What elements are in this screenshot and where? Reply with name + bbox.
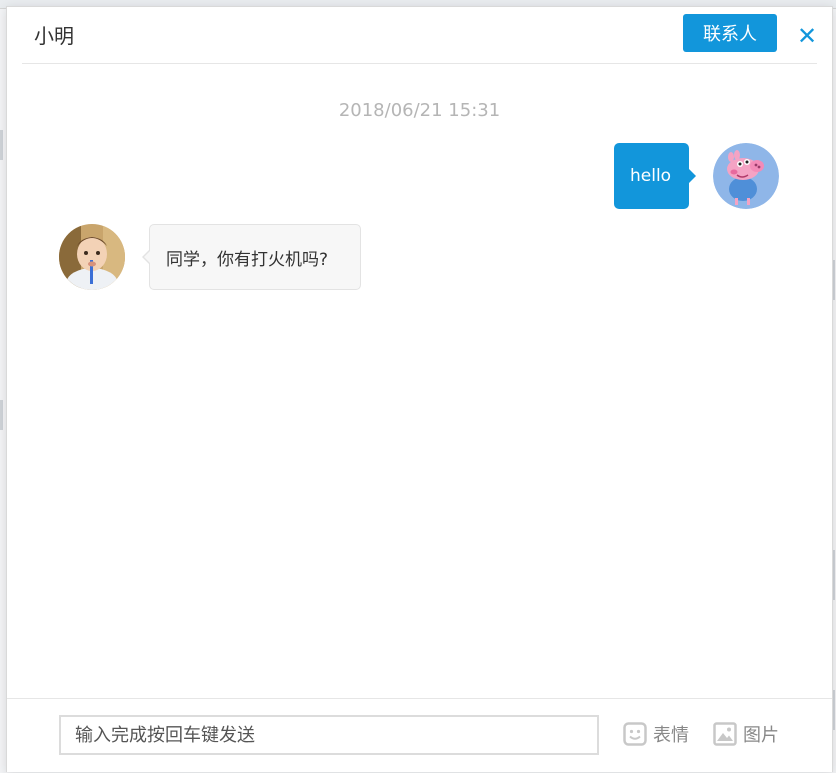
message-timestamp: 2018/06/21 15:31 (338, 100, 501, 121)
header-actions: 联系人 ✕ (683, 14, 821, 52)
contacts-button[interactable]: 联系人 (683, 14, 777, 52)
peppa-pig-avatar[interactable] (713, 143, 779, 209)
chat-composer: 表情 图片 (7, 698, 832, 772)
outgoing-message-text: hello (630, 166, 672, 186)
background-edge-mark (0, 130, 3, 160)
incoming-message-bubble: 同学，你有打火机吗? (142, 224, 361, 290)
chat-header: 小明 联系人 ✕ (22, 7, 817, 64)
incoming-message-text: 同学，你有打火机吗? (166, 249, 329, 270)
background-edge-mark (0, 400, 3, 430)
smiley-icon (623, 722, 647, 746)
message-list[interactable]: 2018/06/21 15:31 hello 同学，你有打火机吗? (7, 64, 832, 698)
outgoing-message-bubble: hello (614, 143, 696, 209)
chat-title: 小明 (34, 23, 74, 48)
emoji-button[interactable]: 表情 (623, 717, 689, 751)
image-icon (713, 722, 737, 746)
message-input[interactable] (59, 715, 599, 755)
child-photo-avatar[interactable] (59, 224, 125, 290)
emoji-label: 表情 (653, 725, 689, 746)
chat-dialog: 小明 联系人 ✕ 2018/06/21 15:31 hello 同学，你有打火机… (6, 6, 833, 772)
child-photo-icon (59, 224, 125, 290)
peppa-pig-icon (713, 143, 779, 209)
image-label: 图片 (743, 725, 779, 746)
close-icon[interactable]: ✕ (793, 22, 821, 50)
image-button[interactable]: 图片 (713, 717, 779, 751)
